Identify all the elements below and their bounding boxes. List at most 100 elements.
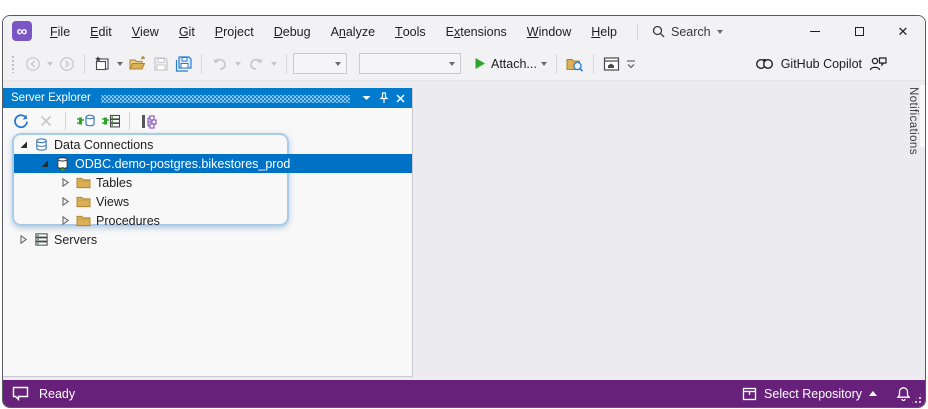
attach-label: Attach... (491, 56, 537, 71)
find-in-files-button[interactable] (564, 52, 586, 76)
toolbar-overflow-button[interactable] (624, 52, 638, 76)
redo-button[interactable] (245, 52, 267, 76)
undo-button[interactable] (209, 52, 231, 76)
navigate-back-dropdown-icon[interactable] (47, 61, 53, 66)
search-button[interactable]: Search (648, 16, 727, 47)
open-file-icon (129, 55, 146, 69)
connect-to-database-button[interactable] (74, 110, 96, 132)
menu-extensions[interactable]: Ex tensions (436, 16, 517, 47)
new-project-dropdown-icon[interactable] (117, 61, 123, 66)
github-copilot-badge[interactable]: GitHub Copilot (755, 56, 887, 71)
tree-item-procedures[interactable]: Procedures (14, 211, 412, 230)
menu-analyze[interactable]: An alyze (321, 16, 385, 47)
window-position-button[interactable] (358, 90, 375, 106)
expander-icon[interactable] (39, 158, 50, 169)
copilot-feedback-icon[interactable] (869, 56, 887, 71)
chevron-down-icon (335, 61, 341, 66)
new-project-button[interactable] (92, 52, 113, 76)
toolbar-overflow-icon (626, 59, 635, 68)
notifications-tab[interactable]: Notifications (907, 87, 919, 155)
attach-dropdown-icon[interactable] (540, 61, 547, 66)
close-button[interactable]: ✕ (881, 16, 925, 47)
navigate-back-button[interactable] (23, 52, 43, 76)
divider (65, 112, 66, 130)
panel-title: Server Explorer (11, 92, 91, 104)
menu-edit[interactable]: Edit (80, 16, 122, 47)
redo-dropdown-icon[interactable] (271, 61, 277, 66)
solution-configurations-combobox[interactable] (293, 53, 347, 74)
undo-dropdown-icon[interactable] (235, 61, 241, 66)
close-icon (396, 93, 405, 103)
navigate-forward-button[interactable] (57, 52, 77, 76)
select-repository-button[interactable]: Select Repository (742, 387, 877, 401)
server-explorer-panel: Server Explorer Data Connections ODBC.de… (3, 88, 413, 377)
solution-platforms-combobox[interactable] (359, 53, 461, 74)
menu-debug[interactable]: Debug (264, 16, 321, 47)
menu-tools[interactable]: Tools (385, 16, 436, 47)
panel-close-button[interactable] (392, 90, 409, 106)
expander-icon[interactable] (60, 196, 71, 207)
menu-bar: File Edit View Git Project Debug An alyze Tools E… (40, 16, 627, 47)
solution-explorer-button[interactable] (601, 52, 622, 76)
select-repository-label: Select Repository (764, 386, 862, 401)
server-explorer-header[interactable]: Server Explorer (3, 88, 412, 108)
find-in-files-icon (566, 58, 584, 72)
menu-view[interactable]: View (122, 16, 169, 47)
titlebar-drag-area (727, 16, 793, 47)
folder-icon (75, 213, 91, 229)
dock-area: Server Explorer Data Connections ODBC.de… (3, 81, 925, 380)
status-ready-label: Ready (39, 386, 76, 401)
status-bar: Ready Select Repository (3, 380, 925, 407)
maximize-icon (854, 27, 864, 36)
repository-icon (742, 387, 757, 400)
tree-item-data-connections[interactable]: Data Connections (14, 135, 412, 154)
undo-icon (213, 58, 226, 70)
menu-project[interactable]: Project (205, 16, 264, 47)
open-file-button[interactable] (127, 52, 149, 76)
notifications-bell-icon[interactable] (896, 386, 911, 402)
connect-to-server-button[interactable] (99, 110, 121, 132)
divider (129, 112, 130, 130)
tree-item-odbc-demo-postgres-bikestores-prod[interactable]: ODBC.demo-postgres.bikestores_prod (14, 154, 412, 173)
search-label: Search (670, 24, 711, 39)
save-button[interactable] (151, 52, 171, 76)
resize-grip[interactable] (911, 393, 922, 404)
maximize-button[interactable] (837, 16, 881, 47)
start-attach-button[interactable]: Attach... (472, 52, 549, 76)
menu-window[interactable]: Window (517, 16, 581, 47)
expander-icon[interactable] (18, 139, 29, 150)
stop-refresh-button[interactable] (35, 110, 57, 132)
expander-icon[interactable] (60, 215, 71, 226)
server-explorer-tree: Data Connections ODBC.demo-postgres.bike… (3, 133, 412, 376)
edge-scrollbar[interactable] (920, 85, 925, 147)
hierarchy-view-button[interactable] (138, 110, 160, 132)
expander-icon[interactable] (18, 234, 29, 245)
refresh-button[interactable] (10, 110, 32, 132)
menu-git[interactable]: Git (169, 16, 205, 47)
solution-explorer-icon (603, 56, 619, 71)
chevron-down-icon (716, 29, 723, 34)
save-all-icon (175, 55, 192, 72)
save-all-button[interactable] (173, 52, 194, 76)
divider (201, 53, 202, 74)
connect-to-server-icon (101, 114, 120, 128)
menu-file[interactable]: File (40, 16, 80, 47)
visual-studio-logo-icon: ∞ (12, 21, 32, 41)
toolbar-grip[interactable] (11, 54, 16, 73)
divider (555, 53, 557, 74)
chevron-down-icon (449, 61, 455, 66)
new-project-icon (95, 56, 109, 71)
tree-item-views[interactable]: Views (14, 192, 412, 211)
tree-item-tables[interactable]: Tables (14, 173, 412, 192)
connect-to-database-icon (76, 114, 95, 127)
minimize-button[interactable] (793, 16, 837, 47)
menu-help[interactable]: Help (581, 16, 627, 47)
title-bar: ∞ File Edit View Git Project Debug An alyze Tool… (3, 16, 925, 47)
auto-hide-pin-button[interactable] (375, 90, 392, 106)
tree-item-servers[interactable]: Servers (14, 230, 412, 249)
search-icon (652, 25, 665, 38)
minimize-icon (810, 31, 820, 32)
expander-icon[interactable] (60, 177, 71, 188)
redo-icon (250, 58, 263, 70)
feedback-icon[interactable] (12, 386, 29, 401)
